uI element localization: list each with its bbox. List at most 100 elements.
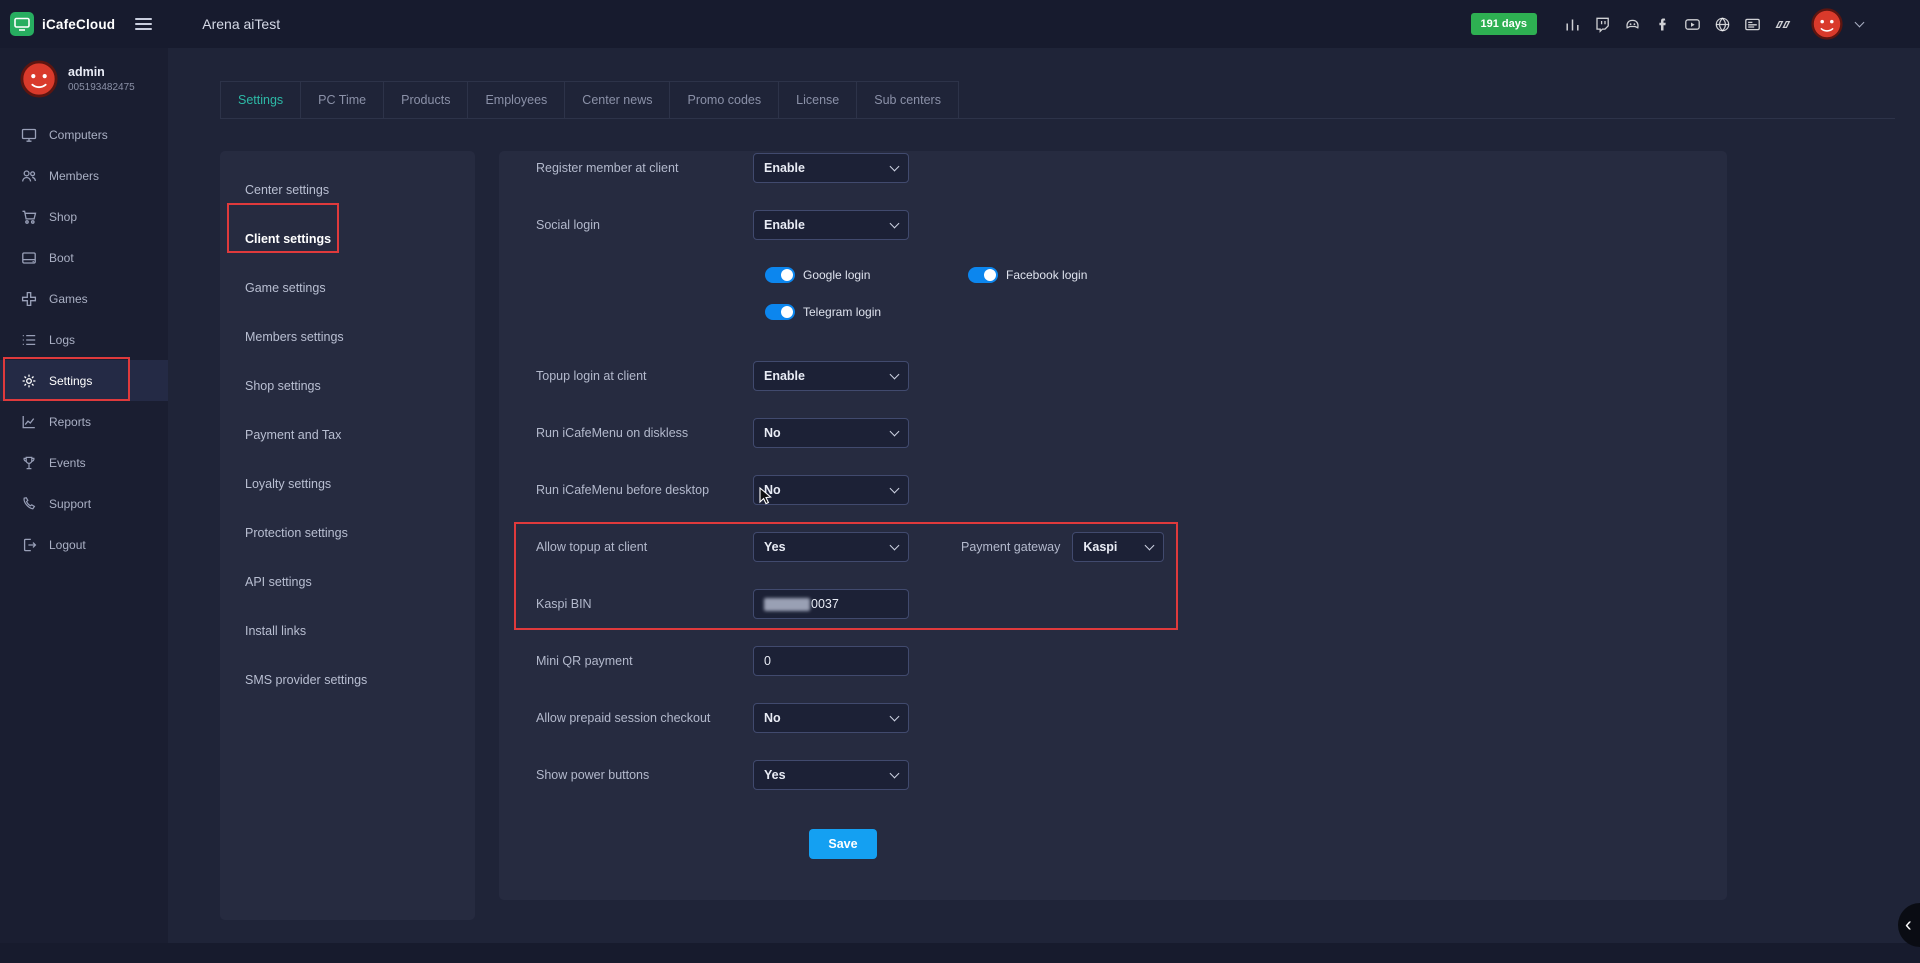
sidebar-item-label: Shop bbox=[49, 210, 77, 224]
chevron-down-icon bbox=[890, 369, 900, 379]
trophy-icon bbox=[21, 455, 37, 471]
user-avatar[interactable] bbox=[1811, 8, 1843, 40]
social-login-select[interactable]: Enable bbox=[753, 210, 909, 240]
facebook-login-label: Facebook login bbox=[1006, 268, 1087, 282]
payment-gateway-select[interactable]: Kaspi bbox=[1072, 532, 1164, 562]
topup-login-select[interactable]: Enable bbox=[753, 361, 909, 391]
tab-center-news[interactable]: Center news bbox=[565, 81, 670, 118]
run-diskless-label: Run iCafeMenu on diskless bbox=[536, 426, 753, 440]
sidebar-item-label: Settings bbox=[49, 374, 92, 388]
tab-license[interactable]: License bbox=[779, 81, 857, 118]
app-screen: iCafeCloud Arena aiTest 191 days bbox=[0, 0, 1920, 963]
menu-toggle-icon[interactable] bbox=[135, 18, 152, 30]
client-settings-panel: Register member at client Enable Social … bbox=[499, 151, 1727, 900]
sidebar-user-block: admin 005193482475 bbox=[0, 48, 168, 110]
allow-topup-select[interactable]: Yes bbox=[753, 532, 909, 562]
chevron-down-icon bbox=[890, 161, 900, 171]
payment-gateway-label: Payment gateway bbox=[961, 540, 1060, 554]
user-id: 005193482475 bbox=[68, 82, 135, 93]
chevron-down-icon bbox=[890, 218, 900, 228]
sidebar-item-members[interactable]: Members bbox=[0, 155, 168, 196]
nav-members-settings[interactable]: Members settings bbox=[220, 312, 475, 361]
nav-protection-settings[interactable]: Protection settings bbox=[220, 508, 475, 557]
run-before-desktop-select[interactable]: No bbox=[753, 475, 909, 505]
sidebar-item-support[interactable]: Support bbox=[0, 483, 168, 524]
license-days-badge[interactable]: 191 days bbox=[1471, 13, 1537, 35]
mini-qr-input[interactable]: 0 bbox=[753, 646, 909, 676]
telegram-login-toggle[interactable] bbox=[765, 304, 795, 320]
facebook-icon[interactable] bbox=[1654, 16, 1671, 33]
logo-text: iCafeCloud bbox=[42, 17, 115, 32]
save-button[interactable]: Save bbox=[809, 829, 877, 859]
prepaid-checkout-select[interactable]: No bbox=[753, 703, 909, 733]
show-power-select[interactable]: Yes bbox=[753, 760, 909, 790]
nav-client-settings[interactable]: Client settings bbox=[220, 214, 475, 263]
run-before-desktop-label: Run iCafeMenu before desktop bbox=[536, 483, 753, 497]
redacted-value bbox=[764, 598, 810, 611]
card-icon[interactable] bbox=[1744, 16, 1761, 33]
tab-employees[interactable]: Employees bbox=[468, 81, 565, 118]
phone-icon bbox=[21, 496, 37, 512]
icafecloud-logo[interactable]: iCafeCloud bbox=[10, 12, 115, 36]
poll-icon[interactable] bbox=[1564, 16, 1581, 33]
tab-promo-codes[interactable]: Promo codes bbox=[670, 81, 779, 118]
sidebar-item-shop[interactable]: Shop bbox=[0, 196, 168, 237]
sidebar-item-reports[interactable]: Reports bbox=[0, 401, 168, 442]
bottom-band bbox=[0, 943, 1920, 963]
chevron-down-icon[interactable] bbox=[1855, 17, 1865, 27]
youtube-icon[interactable] bbox=[1684, 16, 1701, 33]
chevron-down-icon bbox=[890, 540, 900, 550]
sidebar-item-label: Events bbox=[49, 456, 86, 470]
sidebar-item-label: Boot bbox=[49, 251, 74, 265]
nav-game-settings[interactable]: Game settings bbox=[220, 263, 475, 312]
tab-products[interactable]: Products bbox=[384, 81, 468, 118]
nav-install-links[interactable]: Install links bbox=[220, 606, 475, 655]
nav-center-settings[interactable]: Center settings bbox=[220, 165, 475, 214]
sidebar-item-games[interactable]: Games bbox=[0, 278, 168, 319]
discord-icon[interactable] bbox=[1624, 16, 1641, 33]
globe-icon[interactable] bbox=[1714, 16, 1731, 33]
nav-shop-settings[interactable]: Shop settings bbox=[220, 361, 475, 410]
run-diskless-select[interactable]: No bbox=[753, 418, 909, 448]
panels: Center settings Client settings Game set… bbox=[220, 151, 1920, 920]
sidebar-item-events[interactable]: Events bbox=[0, 442, 168, 483]
mini-qr-label: Mini QR payment bbox=[536, 654, 753, 668]
chevron-down-icon bbox=[1145, 540, 1155, 550]
sidebar-item-label: Logout bbox=[49, 538, 86, 552]
tab-pc-time[interactable]: PC Time bbox=[301, 81, 384, 118]
tab-settings[interactable]: Settings bbox=[220, 81, 301, 118]
sidebar-item-boot[interactable]: Boot bbox=[0, 237, 168, 278]
sidebar-item-label: Support bbox=[49, 497, 91, 511]
sidebar-item-settings[interactable]: Settings bbox=[0, 360, 168, 401]
nav-api-settings[interactable]: API settings bbox=[220, 557, 475, 606]
nav-loyalty-settings[interactable]: Loyalty settings bbox=[220, 459, 475, 508]
chart-icon bbox=[21, 414, 37, 430]
user-name: admin bbox=[68, 65, 135, 79]
layers-icon[interactable] bbox=[1774, 16, 1792, 33]
tab-sub-centers[interactable]: Sub centers bbox=[857, 81, 959, 118]
settings-nav: Center settings Client settings Game set… bbox=[220, 151, 475, 920]
facebook-login-toggle[interactable] bbox=[968, 267, 998, 283]
telegram-login-label: Telegram login bbox=[803, 305, 881, 319]
sidebar-avatar[interactable] bbox=[20, 60, 58, 98]
google-login-toggle[interactable] bbox=[765, 267, 795, 283]
gear-icon bbox=[21, 373, 37, 389]
register-member-select[interactable]: Enable bbox=[753, 153, 909, 183]
chevron-down-icon bbox=[890, 711, 900, 721]
register-member-label: Register member at client bbox=[536, 161, 753, 175]
kaspi-bin-label: Kaspi BIN bbox=[536, 597, 753, 611]
nav-sms-provider-settings[interactable]: SMS provider settings bbox=[220, 655, 475, 704]
twitch-icon[interactable] bbox=[1594, 16, 1611, 33]
chevron-down-icon bbox=[890, 426, 900, 436]
sidebar-item-logs[interactable]: Logs bbox=[0, 319, 168, 360]
kaspi-bin-input[interactable]: 0037 bbox=[753, 589, 909, 619]
users-icon bbox=[21, 168, 37, 184]
show-power-label: Show power buttons bbox=[536, 768, 753, 782]
sidebar-item-logout[interactable]: Logout bbox=[0, 524, 168, 565]
topbar-right: 191 days bbox=[1471, 8, 1920, 40]
sidebar: admin 005193482475 Computers Members Sho… bbox=[0, 48, 168, 943]
social-login-label: Social login bbox=[536, 218, 753, 232]
sidebar-item-computers[interactable]: Computers bbox=[0, 114, 168, 155]
chevron-left-icon: ‹ bbox=[1905, 914, 1912, 937]
nav-payment-and-tax[interactable]: Payment and Tax bbox=[220, 410, 475, 459]
